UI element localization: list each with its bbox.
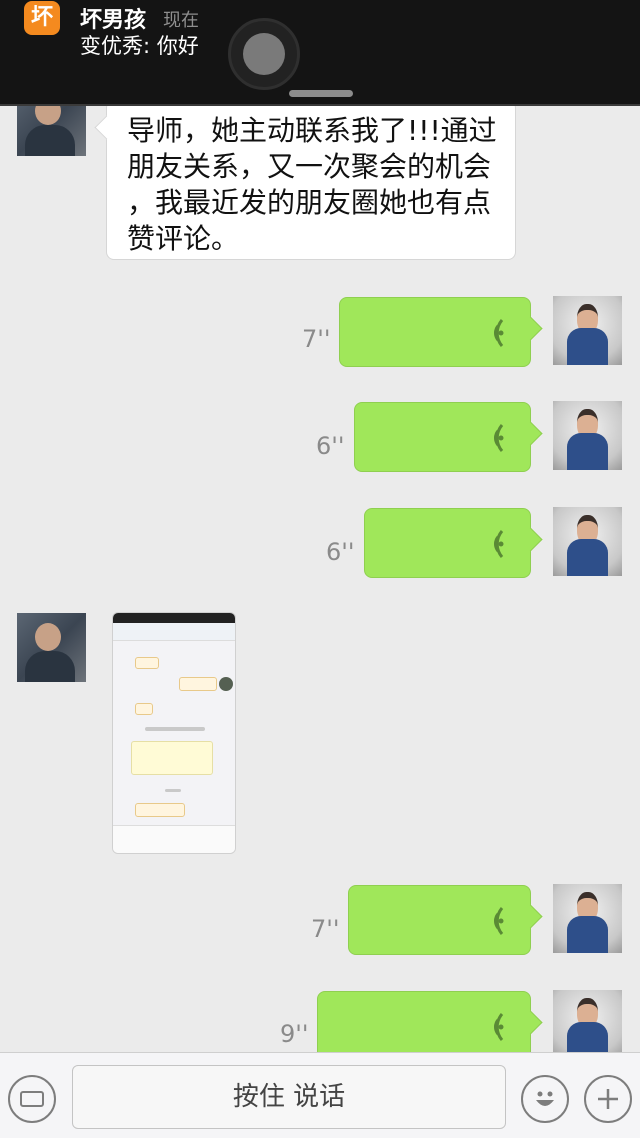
image-avatar (219, 677, 233, 691)
banner-handle[interactable] (289, 90, 353, 97)
app-icon: 坏 (24, 1, 60, 35)
message-line: ，我最近发的朋友圈她也有点 (127, 186, 492, 219)
my-avatar[interactable] (553, 296, 622, 365)
image-chat-bubble (135, 803, 185, 817)
image-chat-bubble (131, 741, 213, 775)
incoming-text-bubble[interactable]: 导师，她主动联系我了!!!通过 朋友关系，又一次聚会的机会 ，我最近发的朋友圈她… (106, 100, 516, 260)
voice-duration: 6'' (326, 538, 355, 566)
voice-message-bubble[interactable] (364, 508, 531, 578)
message-line: 赞评论。 (127, 222, 240, 255)
image-chat-bubble (135, 657, 159, 669)
notification-time: 现在 (163, 10, 199, 31)
voice-message-bubble[interactable] (354, 402, 531, 472)
message-line: 导师，她主动联系我了!!!通过 (127, 114, 497, 147)
image-status-bar (113, 613, 235, 623)
input-toolbar: 按住 说话 (0, 1052, 640, 1138)
voice-wave-icon (493, 1013, 504, 1041)
keyboard-icon (20, 1091, 44, 1107)
keyboard-toggle-button[interactable] (8, 1075, 56, 1123)
voice-message-bubble[interactable] (348, 885, 531, 955)
image-timestamp (165, 789, 181, 792)
image-chat-bubble (179, 677, 217, 691)
voice-duration: 7'' (302, 325, 331, 353)
plus-icon (598, 1089, 618, 1109)
my-avatar[interactable] (553, 507, 622, 576)
hold-to-talk-button[interactable]: 按住 说话 (72, 1065, 506, 1129)
more-options-button[interactable] (584, 1075, 632, 1123)
image-input-bar (113, 825, 235, 853)
voice-duration: 6'' (316, 432, 345, 460)
notification-banner[interactable]: 坏 坏男孩 现在 变优秀: 你好 (0, 0, 640, 106)
screenshot-image-message[interactable] (112, 612, 236, 854)
image-system-note (145, 727, 205, 731)
message-line: 朋友关系，又一次聚会的机会 (127, 150, 492, 183)
my-avatar[interactable] (553, 990, 622, 1059)
voice-wave-icon (493, 319, 504, 347)
voice-duration: 7'' (311, 915, 340, 943)
my-avatar[interactable] (553, 884, 622, 953)
contact-avatar[interactable] (17, 613, 86, 682)
voice-wave-icon (493, 530, 504, 558)
image-nav-bar (113, 623, 235, 641)
voice-record-icon (228, 18, 300, 90)
voice-message-bubble[interactable] (339, 297, 531, 367)
emoji-button[interactable] (521, 1075, 569, 1123)
notification-preview: 变优秀: 你好 (80, 34, 199, 58)
emoji-icon (536, 1091, 554, 1106)
my-avatar[interactable] (553, 401, 622, 470)
voice-message-bubble[interactable] (317, 991, 531, 1061)
voice-duration: 9'' (280, 1020, 309, 1048)
voice-wave-icon (493, 907, 504, 935)
image-chat-bubble (135, 703, 153, 715)
voice-wave-icon (493, 424, 504, 452)
